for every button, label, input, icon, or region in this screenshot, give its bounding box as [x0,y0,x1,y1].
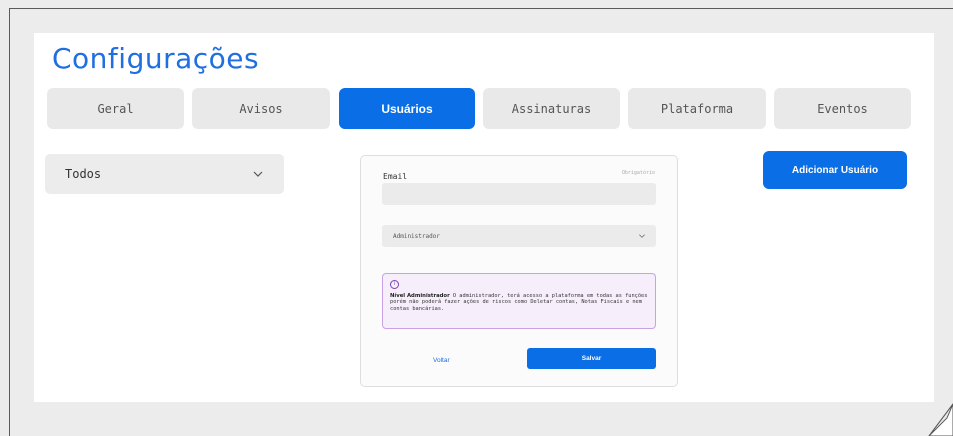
chevron-down-icon [253,171,263,177]
chevron-down-icon [639,234,645,238]
save-button[interactable]: Salvar [527,348,656,369]
role-info-box: i Nível Administrador O administrador, t… [382,273,656,329]
user-filter-dropdown[interactable]: Todos [45,154,284,194]
filter-selected-value: Todos [65,167,102,181]
tab-assinaturas[interactable]: Assinaturas [483,88,620,129]
tab-bar: Geral Avisos Usuários Assinaturas Plataf… [47,88,911,129]
info-icon: i [390,280,399,289]
back-link[interactable]: Voltar [433,357,450,364]
role-select[interactable]: Administrador [382,225,656,247]
page-curl-decoration [928,403,953,436]
email-label: Email [383,172,408,181]
user-form-card: Email Obrigatório Administrador i Nível … [360,155,678,387]
tab-geral[interactable]: Geral [47,88,184,129]
email-field[interactable] [382,183,656,205]
role-info-text: Nível Administrador O administrador, ter… [390,293,648,312]
tab-eventos[interactable]: Eventos [774,88,911,129]
tab-usuarios[interactable]: Usuários [339,88,475,129]
role-selected-value: Administrador [393,232,440,240]
required-hint: Obrigatório [621,170,655,176]
add-user-button[interactable]: Adicionar Usuário [763,151,907,189]
tab-plataforma[interactable]: Plataforma [628,88,766,129]
page-title: Configurações [52,42,260,75]
tab-avisos[interactable]: Avisos [192,88,330,129]
